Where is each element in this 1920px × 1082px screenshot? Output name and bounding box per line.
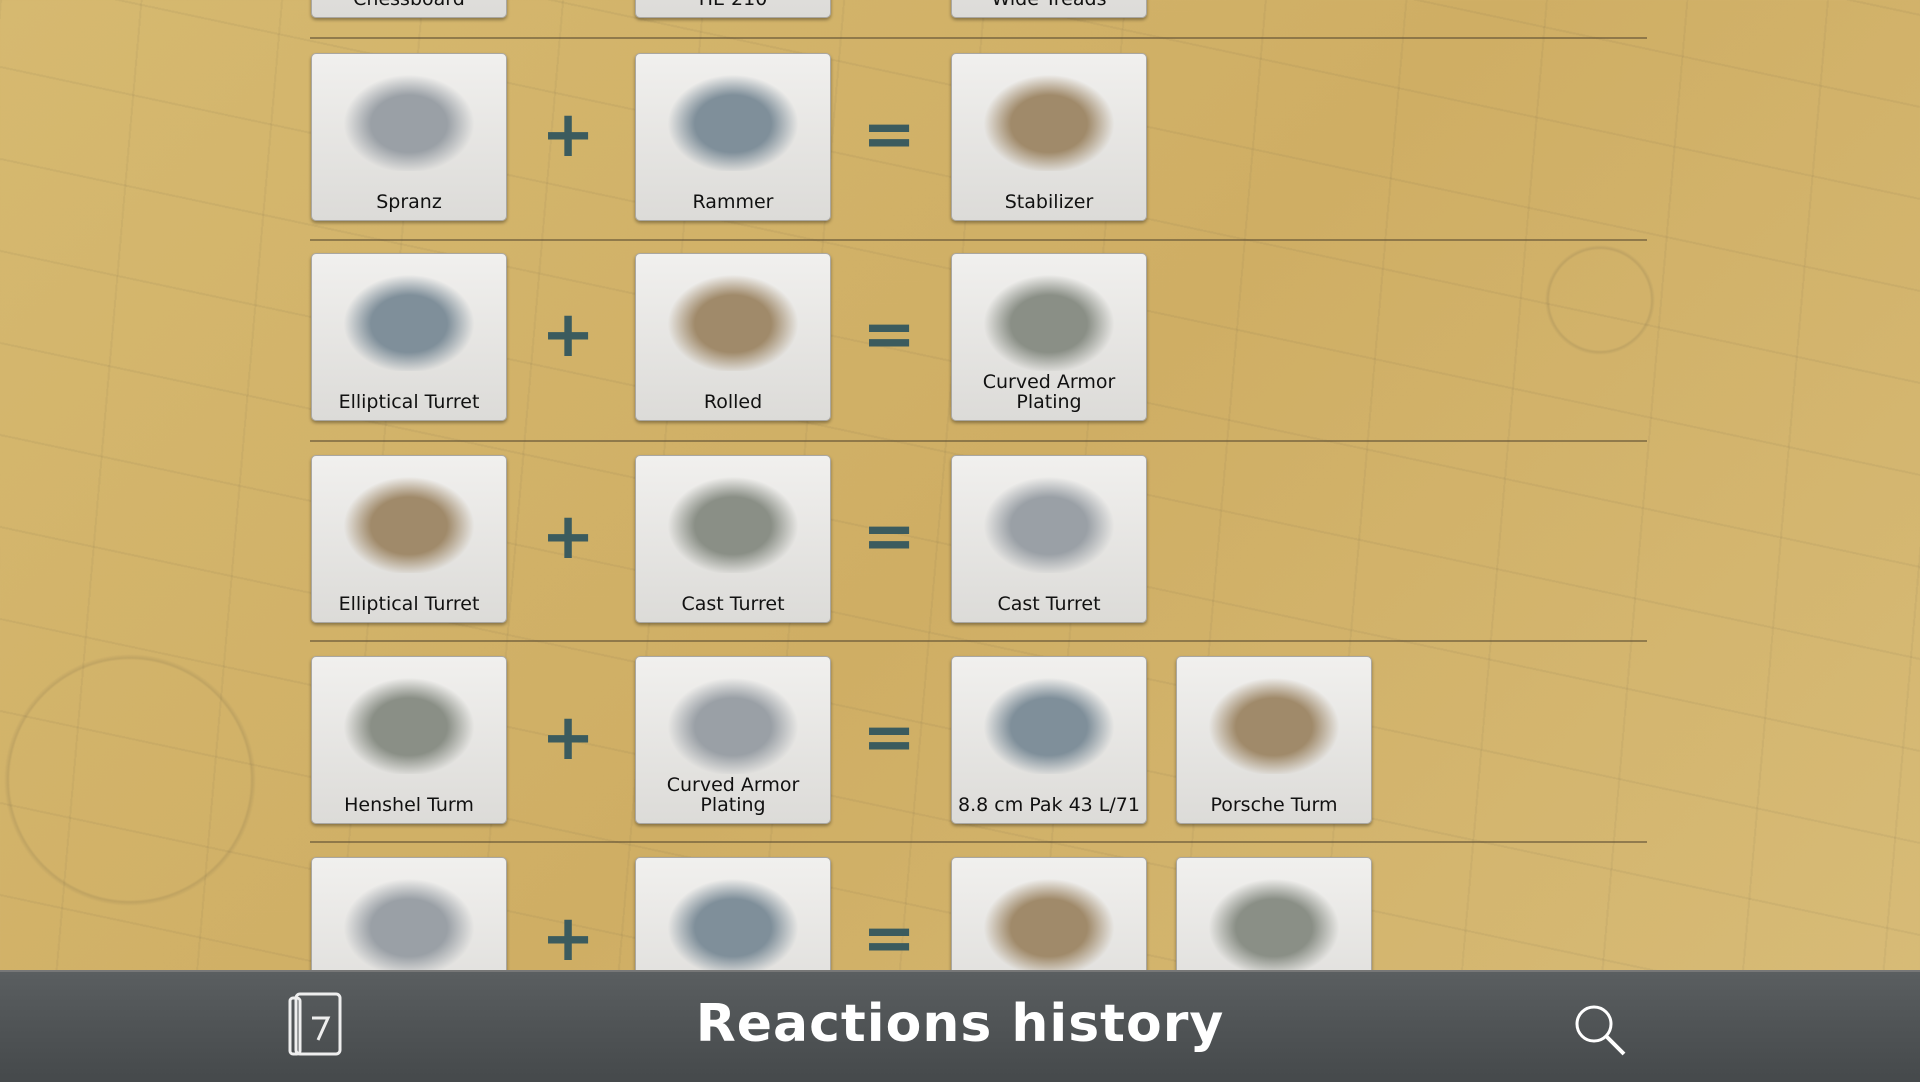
item-card[interactable]: Henshel Turm	[311, 656, 507, 824]
row-divider	[310, 239, 1647, 241]
item-image	[332, 266, 486, 371]
item-image	[972, 66, 1126, 171]
item-label: Elliptical Turret	[338, 391, 480, 413]
item-card[interactable]: Elliptical Turret	[311, 253, 507, 421]
row-divider	[310, 841, 1647, 843]
item-card[interactable]: Chessboard	[311, 0, 507, 18]
item-label: Stabilizer	[1004, 191, 1094, 213]
reaction-row: Spranz + Rammer = Stabilizer	[0, 53, 1920, 221]
item-image	[972, 669, 1126, 774]
page-title: Reactions history	[695, 994, 1225, 1054]
item-label: Cast Turret	[997, 593, 1101, 615]
plus-icon: +	[541, 902, 595, 976]
reaction-row: Chessboard+HE 210=Wide Treads	[0, 0, 1920, 18]
item-card[interactable]: Curved Armor Plating	[635, 656, 831, 824]
item-card[interactable]: Wide Treads	[951, 0, 1147, 18]
item-card[interactable]: Rolled	[635, 253, 831, 421]
item-image	[972, 266, 1126, 371]
item-card[interactable]: Porsche Turm	[1176, 656, 1372, 824]
item-image	[656, 66, 810, 171]
item-image	[656, 468, 810, 573]
item-image	[332, 669, 486, 774]
item-label: Cast Turret	[681, 593, 785, 615]
item-card[interactable]: Elliptical Turret	[311, 455, 507, 623]
item-image	[656, 266, 810, 371]
equals-icon: =	[862, 902, 916, 976]
item-image	[656, 870, 810, 975]
item-label: Curved Armor Plating	[982, 371, 1116, 413]
plus-icon: +	[541, 298, 595, 372]
item-label: Chessboard	[312, 0, 506, 9]
item-label: Curved Armor Plating	[666, 774, 800, 816]
reaction-row: Elliptical Turret + Rolled = Curved Armor Pl…	[0, 253, 1920, 421]
item-image	[656, 669, 810, 774]
item-label: Rammer	[692, 191, 774, 213]
item-label: Henshel Turm	[344, 794, 474, 816]
item-label: HE 210	[636, 0, 830, 9]
item-card[interactable]: Rammer	[635, 53, 831, 221]
item-card[interactable]: HE 210	[635, 0, 831, 18]
item-card[interactable]: 8.8 cm Pak 43 L/71	[951, 656, 1147, 824]
equals-icon: =	[862, 298, 916, 372]
reaction-row: Elliptical Turret + Cast Turret = Cast Turre…	[0, 455, 1920, 623]
item-image	[972, 870, 1126, 975]
equals-icon: =	[862, 98, 916, 172]
plus-icon: +	[541, 500, 595, 574]
item-image	[332, 468, 486, 573]
plus-icon: +	[541, 98, 595, 172]
item-card[interactable]: Spranz	[311, 53, 507, 221]
item-label: 8.8 cm Pak 43 L/71	[958, 794, 1140, 816]
item-image	[332, 66, 486, 171]
item-label: Rolled	[703, 391, 763, 413]
search-icon[interactable]	[1570, 1000, 1628, 1058]
item-label: Elliptical Turret	[338, 593, 480, 615]
reaction-row: Henshel Turm + Curved Armor Plating = 8.8 cm…	[0, 656, 1920, 824]
equals-icon: =	[862, 500, 916, 574]
item-image	[972, 468, 1126, 573]
item-label: Porsche Turm	[1210, 794, 1338, 816]
bottom-bar: Reactions history	[0, 970, 1920, 1082]
equals-icon: =	[862, 701, 916, 775]
item-label: Spranz	[376, 191, 442, 213]
item-image	[332, 870, 486, 975]
row-divider	[310, 37, 1647, 39]
item-card[interactable]: Cast Turret	[951, 455, 1147, 623]
item-card[interactable]: Stabilizer	[951, 53, 1147, 221]
item-card[interactable]: Curved Armor Plating	[951, 253, 1147, 421]
item-image	[1197, 669, 1351, 774]
row-divider	[310, 440, 1647, 442]
plus-icon: +	[541, 701, 595, 775]
item-card[interactable]: Cast Turret	[635, 455, 831, 623]
item-image	[1197, 870, 1351, 975]
row-divider	[310, 640, 1647, 642]
item-label: Wide Treads	[952, 0, 1146, 9]
